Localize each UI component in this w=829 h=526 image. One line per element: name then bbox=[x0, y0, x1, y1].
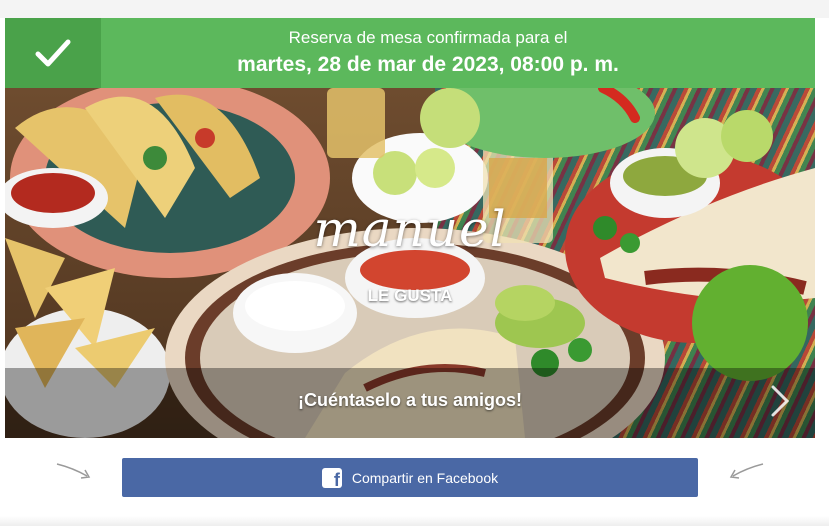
food-photo: manuel LE GUSTA ¡Cuéntaselo a tus amigos… bbox=[5, 88, 815, 438]
curved-arrow-left-icon bbox=[729, 463, 764, 479]
confirmation-label: Reserva de mesa confirmada para el bbox=[288, 28, 568, 47]
share-facebook-label: Compartir en Facebook bbox=[351, 469, 499, 486]
checkmark-badge bbox=[5, 18, 101, 88]
checkmark-icon bbox=[35, 39, 71, 67]
likes-label: LE GUSTA bbox=[367, 286, 453, 305]
facebook-icon: f bbox=[321, 467, 342, 488]
next-slide-button[interactable] bbox=[767, 384, 793, 418]
confirmation-text: Reserva de mesa confirmada para el marte… bbox=[101, 18, 815, 88]
confirmation-banner: Reserva de mesa confirmada para el marte… bbox=[5, 18, 815, 88]
share-section: f Compartir en Facebook bbox=[0, 438, 829, 526]
reservation-card: Reserva de mesa confirmada para el marte… bbox=[5, 18, 815, 438]
tell-friends-text: ¡Cuéntaselo a tus amigos! bbox=[297, 390, 523, 410]
share-facebook-button[interactable]: f Compartir en Facebook bbox=[122, 458, 698, 497]
reservation-datetime: martes, 28 de mar de 2023, 08:00 p. m. bbox=[237, 53, 619, 76]
top-strip bbox=[0, 0, 829, 18]
curved-arrow-right-icon bbox=[56, 463, 91, 479]
chevron-right-icon[interactable] bbox=[767, 384, 793, 418]
bottom-edge bbox=[0, 516, 829, 526]
restaurant-logo: manuel bbox=[313, 200, 507, 258]
